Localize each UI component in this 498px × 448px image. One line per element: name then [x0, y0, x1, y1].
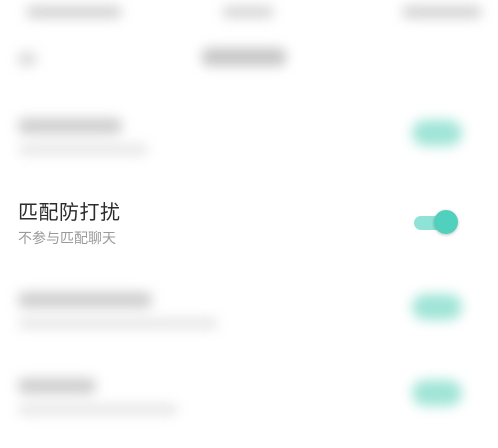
setting-subtitle-blurred	[18, 318, 218, 329]
navigation-bar	[0, 30, 498, 88]
setting-row-blurred[interactable]	[0, 278, 498, 362]
setting-title: 匹配防打扰	[18, 200, 121, 224]
settings-screen: 匹配防打扰 不参与匹配聊天	[0, 0, 498, 420]
status-bar	[0, 0, 498, 30]
status-bar-icons-blurred	[402, 6, 482, 18]
toggle-switch-blurred[interactable]	[412, 380, 462, 406]
status-bar-clock-blurred	[222, 6, 274, 18]
setting-row-match-do-not-disturb: 匹配防打扰 不参与匹配聊天	[0, 188, 498, 256]
status-bar-left-blurred	[26, 6, 122, 18]
setting-title-blurred	[18, 292, 152, 308]
do-not-disturb-toggle[interactable]	[414, 210, 458, 236]
setting-row-blurred[interactable]	[0, 104, 498, 188]
page-title-blurred	[202, 48, 286, 66]
setting-title-blurred	[18, 118, 122, 134]
toggle-knob	[434, 210, 458, 234]
back-icon[interactable]	[18, 52, 36, 66]
setting-row-blurred[interactable]	[0, 364, 498, 448]
setting-title-blurred	[18, 378, 96, 394]
setting-subtitle: 不参与匹配聊天	[18, 231, 116, 247]
toggle-switch-blurred[interactable]	[412, 120, 462, 146]
setting-subtitle-blurred	[18, 144, 148, 155]
setting-subtitle-blurred	[18, 404, 178, 415]
toggle-switch-blurred[interactable]	[412, 294, 462, 320]
